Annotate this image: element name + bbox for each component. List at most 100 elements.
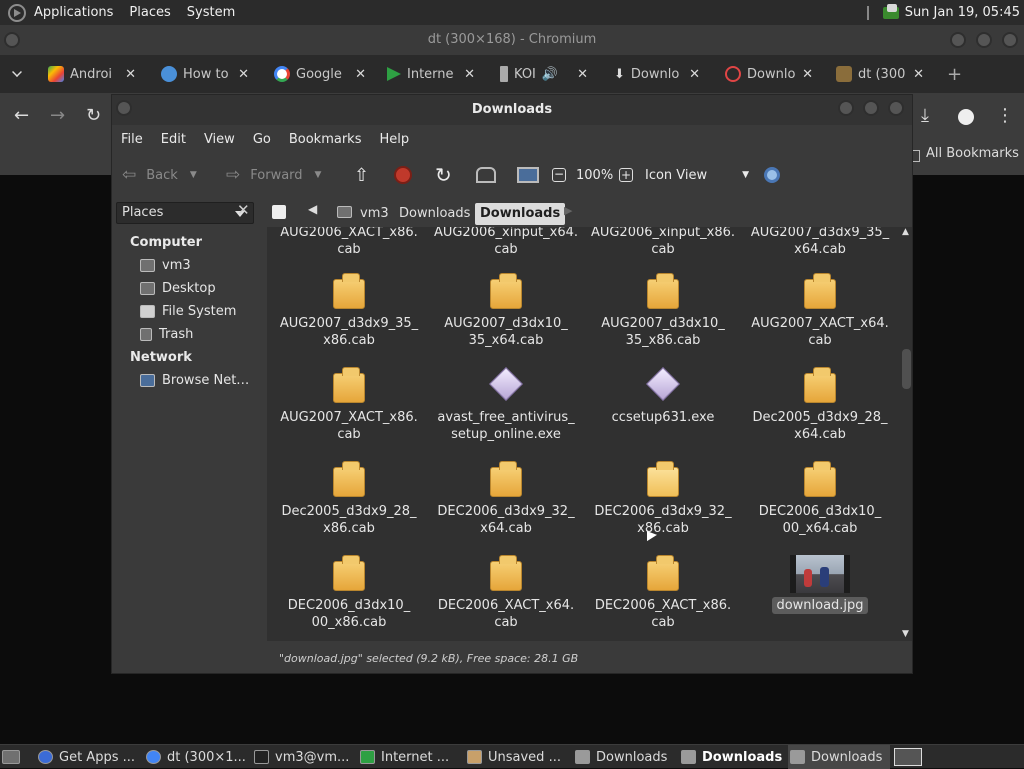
menu-bookmarks[interactable]: Bookmarks [280, 132, 371, 147]
file-item-selected[interactable]: download.jpg [745, 555, 895, 614]
file-item[interactable]: DEC2006_d3dx10_ 00_x64.cab [745, 461, 895, 537]
minimize-button[interactable] [838, 100, 854, 116]
menu-help[interactable]: Help [370, 132, 418, 147]
file-item[interactable]: DEC2006_XACT_x86. cab [588, 555, 738, 631]
close-tab-icon[interactable]: ✕ [464, 67, 475, 82]
close-window-button[interactable] [888, 100, 904, 116]
file-icon-view[interactable]: AUG2006_XACT_x86. cab AUG2006_xinput_x64… [267, 227, 901, 641]
tab-koi[interactable]: KOI 🔊 ✕ [500, 55, 588, 93]
close-tab-icon[interactable]: ✕ [689, 67, 700, 82]
file-item[interactable]: AUG2006_xinput_x64. cab [431, 227, 581, 258]
file-item[interactable]: AUG2006_XACT_x86. cab [274, 227, 424, 258]
breadcrumb-vm3[interactable]: vm3 [355, 203, 394, 225]
show-desktop-button[interactable] [2, 745, 26, 769]
clock[interactable]: Sun Jan 19, 05:45 [905, 5, 1020, 20]
scroll-thumb[interactable] [902, 349, 911, 389]
audio-tab-icon[interactable]: 🔊 [542, 67, 558, 82]
close-tab-icon[interactable]: ✕ [577, 67, 588, 82]
file-item[interactable]: AUG2006_xinput_x86. cab [588, 227, 738, 258]
taskbar-item-terminal[interactable]: vm3@vm... [254, 745, 354, 769]
places-combo[interactable]: Places [116, 202, 254, 224]
all-bookmarks[interactable]: All Bookmarks [926, 146, 1019, 161]
close-tab-icon[interactable]: ✕ [238, 67, 249, 82]
menu-view[interactable]: View [195, 132, 244, 147]
file-item[interactable]: DEC2006_d3dx9_32_ x86.cab [588, 461, 738, 537]
tab-internet[interactable]: Interne ✕ [387, 55, 475, 93]
maximize-button[interactable] [863, 100, 879, 116]
zoom-in-button[interactable]: + [619, 153, 633, 197]
menu-dots-icon[interactable]: ⋮ [996, 105, 1014, 126]
edit-location-icon[interactable] [272, 205, 286, 219]
tab-google[interactable]: Google ✕ [274, 55, 366, 93]
taskbar-item-downloads-2[interactable]: Downloads [681, 745, 783, 769]
scroll-down-icon[interactable]: ▼ [902, 629, 909, 639]
sidebar-item-desktop[interactable]: Desktop [140, 278, 216, 298]
path-right-arrow-icon[interactable]: ▶ [564, 204, 572, 217]
applications-menu[interactable]: Applications [26, 0, 121, 25]
taskbar-item-downloads-1[interactable]: Downloads [575, 745, 675, 769]
back-arrow-icon[interactable]: ← [14, 105, 29, 126]
forward-button[interactable]: ⇨ Forward ▼ [226, 153, 321, 197]
file-item[interactable]: DEC2006_XACT_x64. cab [431, 555, 581, 631]
tab-downloads-1[interactable]: ⬇ Downlo ✕ [614, 55, 700, 93]
forward-arrow-icon[interactable]: → [50, 105, 65, 126]
close-tab-icon[interactable]: ✕ [355, 67, 366, 82]
file-item[interactable]: Dec2005_d3dx9_28_ x86.cab [274, 461, 424, 537]
taskbar-item-chromium[interactable]: dt (300×1... [146, 745, 248, 769]
zoom-level[interactable]: 100% [576, 153, 613, 197]
tab-android[interactable]: Androi ✕ [48, 55, 136, 93]
download-icon[interactable]: ⤓ [921, 105, 929, 126]
search-button[interactable] [764, 153, 780, 197]
minimize-button[interactable] [950, 32, 966, 48]
file-item[interactable]: avast_free_antivirus_ setup_online.exe [431, 367, 581, 443]
file-item[interactable]: Dec2005_d3dx9_28_ x64.cab [745, 367, 895, 443]
distro-logo-icon[interactable] [8, 3, 26, 22]
sidebar-item-trash[interactable]: Trash [140, 324, 193, 344]
taskbar-item-downloads-3[interactable]: Downloads [788, 745, 890, 769]
view-mode-select[interactable]: Icon View ▼ [645, 153, 749, 197]
taskbar-item-internet[interactable]: Internet ... [360, 745, 460, 769]
places-menu[interactable]: Places [121, 0, 178, 25]
computer-button[interactable] [517, 153, 539, 197]
file-item[interactable]: AUG2007_XACT_x86. cab [274, 367, 424, 443]
file-item[interactable]: AUG2007_XACT_x64. cab [745, 273, 895, 349]
scroll-up-icon[interactable]: ▲ [902, 227, 909, 237]
close-sidebar-icon[interactable]: ✕ [237, 201, 250, 219]
menu-file[interactable]: File [112, 132, 152, 147]
menu-edit[interactable]: Edit [152, 132, 195, 147]
window-menu-button[interactable] [4, 32, 20, 48]
vertical-scrollbar[interactable]: ▲ ▼ [901, 227, 912, 641]
close-window-button[interactable] [1002, 32, 1018, 48]
sidebar-item-file-system[interactable]: File System [140, 301, 236, 321]
network-icon[interactable] [882, 3, 899, 19]
sidebar-item-vm3[interactable]: vm3 [140, 255, 191, 275]
tab-how-to[interactable]: How to ✕ [161, 55, 249, 93]
menu-go[interactable]: Go [244, 132, 280, 147]
taskbar-item-unsaved[interactable]: Unsaved ... [467, 745, 569, 769]
close-tab-icon[interactable]: ✕ [913, 67, 924, 82]
file-item[interactable]: ccsetup631.exe [588, 367, 738, 426]
workspace-switcher[interactable] [894, 745, 924, 769]
file-item[interactable]: AUG2007_d3dx10_ 35_x64.cab [431, 273, 581, 349]
close-tab-icon[interactable]: ✕ [802, 67, 813, 82]
home-button[interactable] [476, 153, 496, 197]
system-menu[interactable]: System [179, 0, 243, 25]
file-item[interactable]: AUG2007_d3dx9_35_ x86.cab [274, 273, 424, 349]
chevron-down-icon[interactable]: ▼ [190, 170, 197, 180]
path-left-arrow-icon[interactable]: ◀ [308, 202, 317, 216]
breadcrumb-downloads-current[interactable]: Downloads [475, 203, 566, 225]
file-item[interactable]: DEC2006_d3dx10_ 00_x86.cab [274, 555, 424, 631]
file-item[interactable]: AUG2007_d3dx10_ 35_x86.cab [588, 273, 738, 349]
file-item[interactable]: DEC2006_d3dx9_32_ x64.cab [431, 461, 581, 537]
tab-dt-image[interactable]: dt (300 ✕ [836, 55, 924, 93]
sidebar-item-browse-network[interactable]: Browse Net… [140, 370, 249, 390]
file-item[interactable]: AUG2007_d3dx9_35_ x64.cab [745, 227, 895, 258]
up-button[interactable]: ⇧ [354, 153, 369, 197]
reload-icon[interactable]: ↻ [86, 105, 101, 126]
maximize-button[interactable] [976, 32, 992, 48]
window-menu-button[interactable] [116, 100, 132, 116]
stop-button[interactable] [394, 153, 412, 197]
tab-search-chevron-icon[interactable] [12, 67, 22, 77]
chevron-down-icon[interactable]: ▼ [315, 170, 322, 180]
back-button[interactable]: ⇦ Back ▼ [122, 153, 197, 197]
